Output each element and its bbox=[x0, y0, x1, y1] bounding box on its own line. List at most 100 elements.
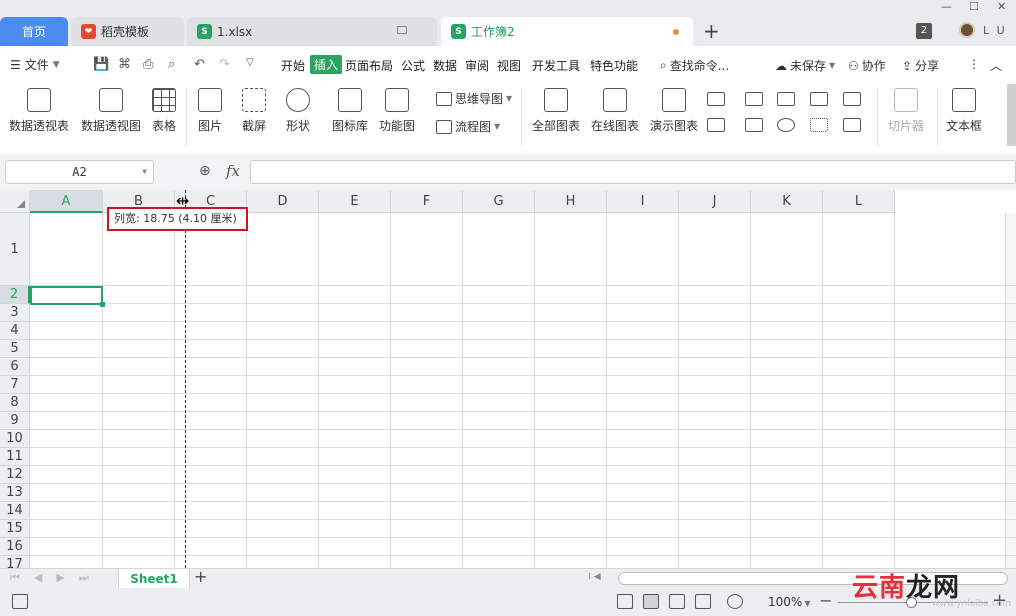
row-header-8[interactable]: 8 bbox=[0, 394, 30, 412]
add-sheet-button[interactable]: + bbox=[194, 567, 207, 586]
menu-data[interactable]: 数据 bbox=[433, 57, 457, 74]
pivot-chart-button[interactable]: 数据透视图 bbox=[81, 88, 141, 134]
flowchart-button[interactable]: 流程图 ▼ bbox=[436, 118, 500, 135]
print-icon[interactable]: ⎙ bbox=[143, 57, 153, 72]
window-count-badge[interactable]: 2 bbox=[916, 23, 932, 39]
print-preview-icon[interactable]: ⌕ bbox=[168, 57, 175, 72]
minimize-icon[interactable]: — bbox=[941, 0, 952, 13]
row-header-2[interactable]: 2 bbox=[0, 286, 30, 304]
ribbon-scroll-right[interactable] bbox=[1007, 84, 1016, 146]
share-button[interactable]: ⇪ 分享 bbox=[902, 57, 939, 74]
row-header-13[interactable]: 13 bbox=[0, 484, 30, 502]
collapse-ribbon-icon[interactable]: ︿ bbox=[990, 57, 1002, 74]
row-header-5[interactable]: 5 bbox=[0, 340, 30, 358]
column-header-k[interactable]: K bbox=[751, 190, 823, 213]
column-header-j[interactable]: J bbox=[679, 190, 751, 213]
menu-special-features[interactable]: 特色功能 bbox=[590, 57, 638, 74]
tab-xlsx-file[interactable]: S 1.xlsx bbox=[187, 17, 437, 46]
page-layout-view-icon[interactable] bbox=[695, 594, 711, 609]
all-charts-button[interactable]: 全部图表 bbox=[532, 88, 580, 134]
sheet-tab-sheet1[interactable]: Sheet1 bbox=[118, 569, 190, 589]
user-name[interactable]: L U bbox=[983, 24, 1007, 37]
file-menu[interactable]: ☰ 文件 ▼ bbox=[10, 56, 60, 73]
icon-library-button[interactable]: 图标库 bbox=[332, 88, 368, 134]
select-all-corner[interactable] bbox=[0, 190, 30, 213]
row-header-15[interactable]: 15 bbox=[0, 520, 30, 538]
bar-chart-h-icon[interactable] bbox=[745, 92, 763, 106]
area-chart-icon[interactable] bbox=[843, 92, 861, 106]
maximize-icon[interactable]: ☐ bbox=[969, 0, 979, 13]
save-icon[interactable]: 💾 bbox=[93, 57, 109, 72]
row-header-6[interactable]: 6 bbox=[0, 358, 30, 376]
zoom-search-icon[interactable]: ⊕ bbox=[199, 163, 211, 179]
macro-record-icon[interactable] bbox=[12, 594, 28, 609]
column-chart-icon[interactable] bbox=[707, 92, 725, 106]
close-icon[interactable]: ✕ bbox=[997, 0, 1006, 13]
monitor-icon[interactable] bbox=[397, 26, 407, 34]
active-cell-a2[interactable] bbox=[30, 286, 105, 307]
avatar[interactable] bbox=[959, 22, 975, 38]
table-button[interactable]: 表格 bbox=[152, 88, 176, 134]
line-chart-icon[interactable] bbox=[777, 92, 795, 106]
fx-icon[interactable]: fx bbox=[226, 162, 240, 180]
picture-button[interactable]: 图片 bbox=[198, 88, 222, 134]
pie-chart-icon[interactable] bbox=[777, 118, 795, 132]
collaborate-button[interactable]: ⚇ 协作 bbox=[848, 57, 886, 74]
pivot-table-button[interactable]: 数据透视表 bbox=[9, 88, 69, 134]
format-painter-icon[interactable]: ⌘ bbox=[118, 57, 131, 72]
column-header-l[interactable]: L bbox=[823, 190, 895, 213]
zoom-level[interactable]: 100% ▼ bbox=[768, 595, 810, 609]
row-header-17[interactable]: 17 bbox=[0, 556, 30, 568]
scatter-chart-icon[interactable] bbox=[810, 118, 828, 132]
function-chart-button[interactable]: 功能图 bbox=[379, 88, 415, 134]
vertical-scrollbar[interactable] bbox=[1005, 213, 1016, 568]
row-header-12[interactable]: 12 bbox=[0, 466, 30, 484]
menu-view[interactable]: 视图 bbox=[497, 57, 521, 74]
eye-protection-icon[interactable] bbox=[727, 594, 743, 609]
column-header-e[interactable]: E bbox=[319, 190, 391, 213]
scroll-split-icon[interactable]: ⁞ ◀ bbox=[588, 572, 601, 582]
menu-page-layout[interactable]: 页面布局 bbox=[345, 57, 393, 74]
column-header-f[interactable]: F bbox=[391, 190, 463, 213]
menu-review[interactable]: 审阅 bbox=[465, 57, 489, 74]
other-chart-icon[interactable] bbox=[843, 118, 861, 132]
tab-home[interactable]: 首页 bbox=[0, 17, 68, 46]
column-header-h[interactable]: H bbox=[535, 190, 607, 213]
demo-chart-button[interactable]: 演示图表 bbox=[650, 88, 698, 134]
column-header-i[interactable]: I bbox=[607, 190, 679, 213]
row-header-14[interactable]: 14 bbox=[0, 502, 30, 520]
textbox-button[interactable]: 文本框 bbox=[946, 88, 982, 134]
formula-input[interactable] bbox=[250, 160, 1016, 184]
undo-icon[interactable]: ↶ bbox=[194, 57, 205, 72]
page-break-view-icon[interactable] bbox=[669, 594, 685, 609]
sheet-nav-arrows-icon[interactable]: ⏮◀▶⏭ bbox=[10, 571, 103, 585]
row-header-7[interactable]: 7 bbox=[0, 376, 30, 394]
row-header-3[interactable]: 3 bbox=[0, 304, 30, 322]
row-header-16[interactable]: 16 bbox=[0, 538, 30, 556]
online-chart-button[interactable]: 在线图表 bbox=[591, 88, 639, 134]
screenshot-button[interactable]: 截屏 bbox=[242, 88, 266, 134]
redo-icon[interactable]: ↷ bbox=[219, 57, 230, 72]
name-box[interactable]: A2 ▼ bbox=[5, 160, 154, 184]
row-header-10[interactable]: 10 bbox=[0, 430, 30, 448]
customize-toolbar-icon[interactable]: ▽ bbox=[246, 57, 254, 68]
menu-insert[interactable]: 插入 bbox=[310, 55, 343, 74]
stock-chart-icon[interactable] bbox=[707, 118, 725, 132]
column-header-d[interactable]: D bbox=[247, 190, 319, 213]
row-header-9[interactable]: 9 bbox=[0, 412, 30, 430]
zoom-out-button[interactable]: − bbox=[819, 591, 832, 610]
slicer-button[interactable]: 切片器 bbox=[888, 88, 924, 134]
tab-workbook2[interactable]: S 工作簿2 bbox=[441, 17, 693, 46]
command-search[interactable]: ⌕ 查找命令... bbox=[660, 57, 729, 74]
radar-chart-icon[interactable] bbox=[810, 92, 828, 106]
column-header-g[interactable]: G bbox=[463, 190, 535, 213]
menu-formulas[interactable]: 公式 bbox=[401, 57, 425, 74]
spreadsheet-grid[interactable]: A B C D E F G H I J K L 1 2 3 4 5 6 7 8 9 10 11 12 13 14 15 16 17 ⇹ 列宽… bbox=[0, 190, 1016, 568]
chevron-down-icon[interactable]: ▼ bbox=[142, 161, 147, 183]
row-header-11[interactable]: 11 bbox=[0, 448, 30, 466]
tab-docer-templates[interactable]: ❤ 稻壳模板 bbox=[71, 17, 184, 46]
mindmap-button[interactable]: 思维导图 ▼ bbox=[436, 90, 512, 107]
fullscreen-icon[interactable] bbox=[617, 594, 633, 609]
new-tab-button[interactable]: + bbox=[703, 19, 720, 43]
row-header-4[interactable]: 4 bbox=[0, 322, 30, 340]
